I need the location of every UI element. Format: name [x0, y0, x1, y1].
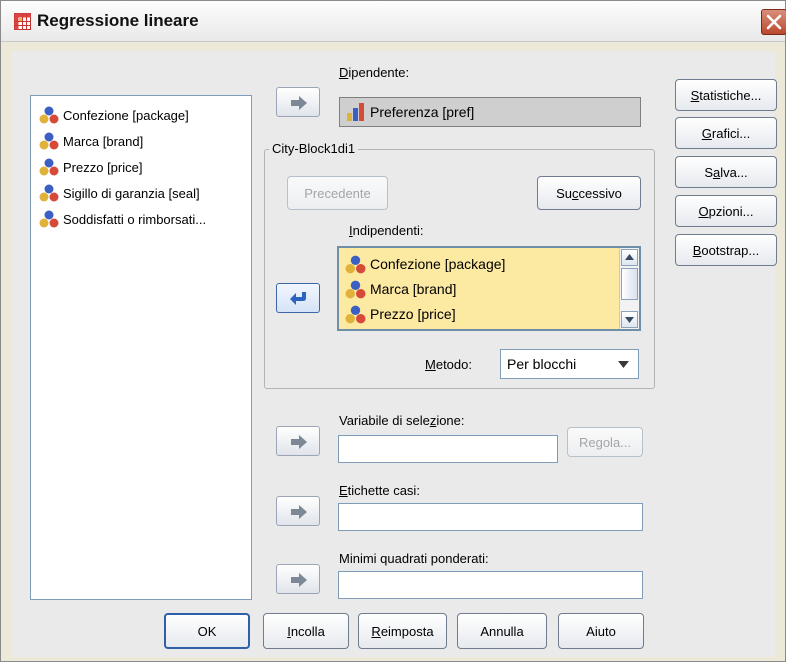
- statistics-button[interactable]: Statistiche...: [675, 79, 777, 111]
- nominal-variable-icon: [345, 280, 366, 298]
- selection-variable-field[interactable]: [338, 435, 558, 463]
- close-button[interactable]: [761, 9, 786, 35]
- next-block-button[interactable]: Su c cessivo: [537, 176, 641, 210]
- reset-button[interactable]: Reimposta: [358, 613, 447, 649]
- nominal-variable-icon: [39, 210, 59, 228]
- cancel-button[interactable]: Annulla: [457, 613, 547, 649]
- help-button[interactable]: Aiuto: [558, 613, 644, 649]
- dependent-label: Dipendente:: [339, 65, 410, 80]
- method-select[interactable]: Per blocchi: [500, 349, 639, 379]
- list-item[interactable]: Confezione [package]: [39, 105, 189, 125]
- previous-block-button[interactable]: Precedente: [287, 176, 388, 210]
- list-item[interactable]: Confezione [package]: [345, 253, 505, 275]
- window-title: Regressione lineare: [37, 11, 199, 30]
- bootstrap-button[interactable]: Bootstrap...: [675, 234, 777, 266]
- arrow-back-icon: [290, 292, 306, 305]
- dependent-field[interactable]: Preferenza [pref]: [339, 97, 641, 127]
- list-item[interactable]: Soddisfatti o rimborsati...: [39, 209, 206, 229]
- block-group-title: City-Block1di1: [269, 141, 359, 156]
- paste-button[interactable]: Incolla: [263, 613, 349, 649]
- scroll-up-button[interactable]: [621, 249, 638, 266]
- list-item[interactable]: Marca [brand]: [345, 278, 456, 300]
- arrow-right-icon: [291, 96, 307, 110]
- move-to-case-labels-button[interactable]: [276, 496, 320, 526]
- case-labels-label: Etichette casi:: [339, 483, 420, 498]
- nominal-variable-icon: [39, 158, 59, 176]
- triangle-down-icon: [625, 317, 634, 323]
- independents-scrollbar[interactable]: [619, 248, 639, 329]
- nominal-variable-icon: [39, 106, 59, 124]
- method-label: Metodo:: [425, 357, 472, 372]
- list-item[interactable]: Prezzo [price]: [345, 303, 456, 325]
- wls-weight-field[interactable]: [338, 571, 643, 599]
- list-item[interactable]: Sigillo di garanzia [seal]: [39, 183, 200, 203]
- list-item[interactable]: Marca [brand]: [39, 131, 143, 151]
- linear-regression-dialog: Regressione lineare Confezione [package]…: [0, 0, 786, 662]
- selection-variable-label: Variabile di selezione:: [339, 413, 465, 428]
- close-icon: [766, 14, 782, 30]
- scroll-down-button[interactable]: [621, 311, 638, 328]
- source-variable-list[interactable]: Confezione [package] Marca [brand] Prezz…: [30, 95, 252, 600]
- move-to-dependent-button[interactable]: [276, 87, 320, 117]
- arrow-right-icon: [291, 505, 307, 519]
- case-labels-field[interactable]: [338, 503, 643, 531]
- independents-list[interactable]: Confezione [package] Marca [brand] Prezz…: [337, 246, 641, 331]
- scroll-thumb[interactable]: [621, 268, 638, 300]
- save-button[interactable]: Sa lva...: [675, 156, 777, 188]
- chevron-down-icon: [618, 361, 629, 368]
- move-to-independents-button[interactable]: [276, 283, 320, 313]
- nominal-variable-icon: [39, 184, 59, 202]
- nominal-variable-icon: [39, 132, 59, 150]
- arrow-right-icon: [291, 573, 307, 587]
- triangle-up-icon: [625, 254, 634, 260]
- title-bar[interactable]: Regressione lineare: [1, 1, 786, 42]
- independents-label: Indipendenti:: [349, 223, 424, 238]
- move-to-wls-button[interactable]: [276, 564, 320, 594]
- ok-button[interactable]: OK: [164, 613, 250, 649]
- scale-variable-icon: [347, 103, 364, 121]
- nominal-variable-icon: [345, 255, 366, 273]
- table-grid-icon: [14, 13, 31, 30]
- plots-button[interactable]: Grafici...: [675, 117, 777, 149]
- move-to-selection-button[interactable]: [276, 426, 320, 456]
- wls-weight-label: Minimi quadrati ponderati:: [339, 551, 489, 566]
- rule-button[interactable]: Re g ola...: [567, 427, 643, 457]
- arrow-right-icon: [291, 435, 307, 449]
- list-item[interactable]: Prezzo [price]: [39, 157, 142, 177]
- options-button[interactable]: Opzioni...: [675, 195, 777, 227]
- nominal-variable-icon: [345, 305, 366, 323]
